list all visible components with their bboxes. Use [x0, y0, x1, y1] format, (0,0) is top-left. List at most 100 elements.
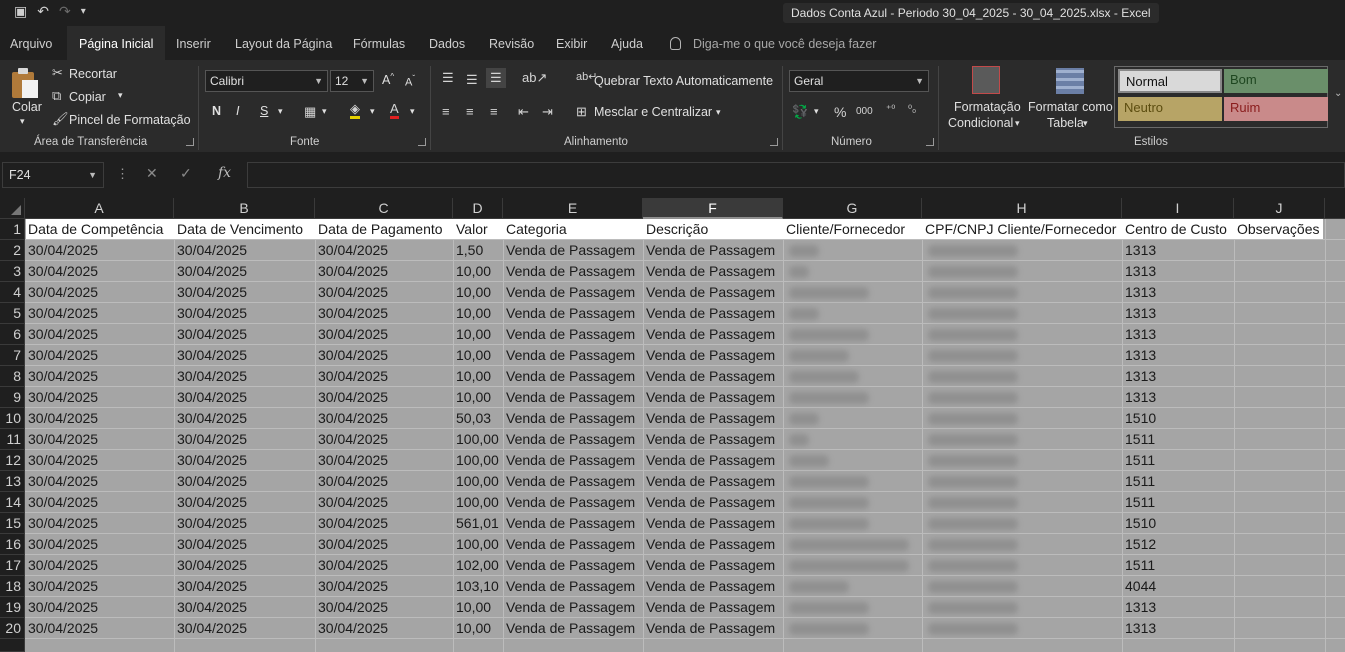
row-header[interactable]: 10: [0, 408, 25, 429]
column-header-c[interactable]: C: [315, 198, 453, 219]
tell-me-box[interactable]: Diga-me o que você deseja fazer: [670, 26, 876, 60]
redacted-cell[interactable]: [922, 282, 1122, 303]
table-cell[interactable]: 30/04/2025: [25, 303, 174, 324]
redacted-cell[interactable]: [922, 429, 1122, 450]
table-cell[interactable]: Venda de Passagem: [503, 345, 643, 366]
row-header[interactable]: 17: [0, 555, 25, 576]
thousands-separator-icon[interactable]: 000: [856, 106, 873, 117]
table-cell[interactable]: 1511: [1122, 450, 1234, 471]
bold-button[interactable]: N: [212, 104, 221, 118]
table-cell[interactable]: Venda de Passagem: [503, 576, 643, 597]
table-cell[interactable]: 30/04/2025: [25, 492, 174, 513]
table-cell[interactable]: 30/04/2025: [25, 429, 174, 450]
format-as-table-label-2[interactable]: Tabela: [1047, 116, 1084, 130]
table-cell[interactable]: 30/04/2025: [25, 450, 174, 471]
align-bottom-icon[interactable]: ☰: [486, 68, 506, 88]
table-cell[interactable]: 1313: [1122, 324, 1234, 345]
table-cell[interactable]: Venda de Passagem: [503, 534, 643, 555]
style-bom[interactable]: Bom: [1224, 69, 1328, 93]
table-cell[interactable]: 30/04/2025: [174, 555, 315, 576]
grow-font-button[interactable]: A^: [382, 72, 394, 87]
conditional-formatting-label-1[interactable]: Formatação: [954, 100, 1021, 114]
table-cell[interactable]: 30/04/2025: [315, 534, 453, 555]
orientation-icon[interactable]: ab↗: [522, 70, 547, 86]
column-header-h[interactable]: H: [922, 198, 1122, 219]
table-cell[interactable]: 1313: [1122, 240, 1234, 261]
table-cell[interactable]: Venda de Passagem: [643, 261, 783, 282]
table-cell[interactable]: Venda de Passagem: [503, 471, 643, 492]
table-cell[interactable]: Venda de Passagem: [643, 387, 783, 408]
table-cell[interactable]: 30/04/2025: [315, 513, 453, 534]
undo-icon[interactable]: ↶: [37, 3, 49, 20]
row-header[interactable]: 5: [0, 303, 25, 324]
table-cell[interactable]: 30/04/2025: [315, 471, 453, 492]
table-cell[interactable]: 30/04/2025: [174, 618, 315, 639]
table-cell[interactable]: 30/04/2025: [315, 240, 453, 261]
table-cell[interactable]: 30/04/2025: [315, 576, 453, 597]
font-color-dropdown-icon[interactable]: ▾: [410, 106, 415, 117]
enter-icon[interactable]: ✓: [180, 165, 192, 182]
table-cell[interactable]: 30/04/2025: [25, 324, 174, 345]
redacted-cell[interactable]: [783, 303, 922, 324]
copy-button[interactable]: Copiar: [69, 90, 106, 104]
row-header[interactable]: 18: [0, 576, 25, 597]
row-header[interactable]: 12: [0, 450, 25, 471]
table-cell[interactable]: Venda de Passagem: [503, 513, 643, 534]
header-cell-categoria[interactable]: Categoria: [503, 219, 643, 240]
tab-ajuda[interactable]: Ajuda: [611, 26, 643, 60]
table-cell[interactable]: 10,00: [453, 387, 503, 408]
table-cell[interactable]: 30/04/2025: [174, 282, 315, 303]
font-color-icon[interactable]: A: [390, 102, 399, 119]
select-all-button[interactable]: [0, 198, 25, 219]
row-header[interactable]: 14: [0, 492, 25, 513]
tab-arquivo[interactable]: Arquivo: [10, 26, 52, 60]
table-cell[interactable]: 30/04/2025: [174, 408, 315, 429]
table-cell[interactable]: 30/04/2025: [174, 303, 315, 324]
merge-dropdown-icon[interactable]: ▾: [716, 107, 721, 118]
redacted-cell[interactable]: [783, 282, 922, 303]
fill-color-icon[interactable]: ◈: [350, 102, 360, 119]
table-cell[interactable]: 10,00: [453, 282, 503, 303]
redacted-cell[interactable]: [783, 324, 922, 345]
format-as-table-label-1[interactable]: Formatar como: [1028, 100, 1113, 114]
align-right-icon[interactable]: ≡: [490, 104, 498, 119]
table-cell[interactable]: Venda de Passagem: [503, 618, 643, 639]
copy-dropdown-icon[interactable]: ▾: [118, 90, 123, 101]
table-cell[interactable]: Venda de Passagem: [503, 492, 643, 513]
redacted-cell[interactable]: [783, 387, 922, 408]
column-header-i[interactable]: I: [1122, 198, 1234, 219]
conditional-formatting-dropdown-icon[interactable]: ▾: [1015, 118, 1020, 129]
table-cell[interactable]: 30/04/2025: [25, 240, 174, 261]
table-cell[interactable]: Venda de Passagem: [643, 555, 783, 576]
row-header[interactable]: 9: [0, 387, 25, 408]
table-cell[interactable]: 30/04/2025: [174, 366, 315, 387]
table-cell[interactable]: 50,03: [453, 408, 503, 429]
paste-icon[interactable]: [12, 68, 40, 98]
table-cell[interactable]: 10,00: [453, 618, 503, 639]
redacted-cell[interactable]: [922, 324, 1122, 345]
style-neutro[interactable]: Neutro: [1118, 97, 1222, 121]
customize-qat-icon[interactable]: ▾: [81, 6, 86, 17]
table-cell[interactable]: 30/04/2025: [315, 366, 453, 387]
table-cell[interactable]: 30/04/2025: [25, 345, 174, 366]
table-cell[interactable]: Venda de Passagem: [503, 303, 643, 324]
table-cell[interactable]: 100,00: [453, 450, 503, 471]
table-cell[interactable]: 30/04/2025: [315, 492, 453, 513]
borders-dropdown-icon[interactable]: ▾: [322, 106, 327, 117]
format-painter-button[interactable]: Pincel de Formatação: [69, 113, 191, 127]
redacted-cell[interactable]: [922, 408, 1122, 429]
row-header[interactable]: 3: [0, 261, 25, 282]
header-cell-data-competencia[interactable]: Data de Competência: [25, 219, 174, 240]
row-header[interactable]: 4: [0, 282, 25, 303]
percent-icon[interactable]: %: [834, 104, 846, 120]
table-cell[interactable]: 103,10: [453, 576, 503, 597]
merge-center-button[interactable]: Mesclar e Centralizar: [594, 105, 712, 119]
table-cell[interactable]: 30/04/2025: [174, 576, 315, 597]
styles-expand-icon[interactable]: ⌄: [1334, 88, 1342, 99]
table-cell[interactable]: 30/04/2025: [174, 387, 315, 408]
number-launcher-icon[interactable]: [926, 138, 934, 146]
row-header[interactable]: 6: [0, 324, 25, 345]
table-cell[interactable]: Venda de Passagem: [643, 618, 783, 639]
table-cell[interactable]: Venda de Passagem: [643, 282, 783, 303]
cancel-icon[interactable]: ✕: [146, 165, 158, 182]
